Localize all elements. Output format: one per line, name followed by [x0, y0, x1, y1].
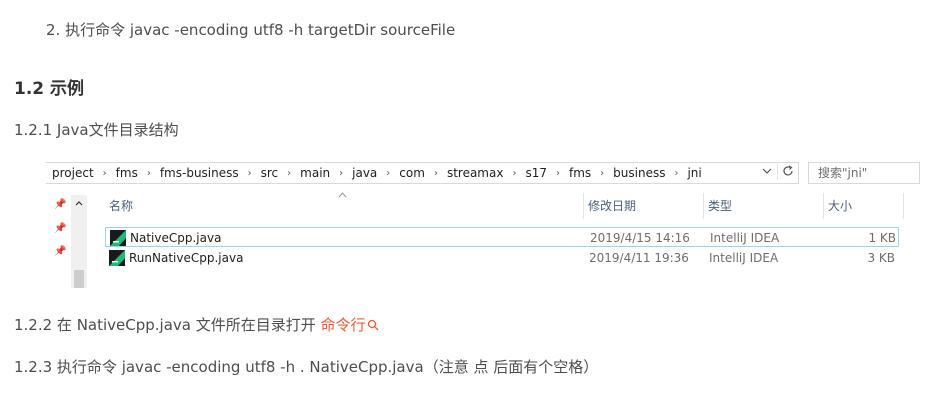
file-date: 2019/4/15 14:16	[590, 231, 690, 245]
search-input[interactable]: 搜索"jni"	[808, 162, 920, 184]
column-header-name[interactable]: 名称	[105, 193, 584, 219]
navigation-pane: 📌 📌 📌	[46, 190, 101, 288]
breadcrumb-item[interactable]: fms	[113, 163, 141, 183]
pin-icon[interactable]: 📌	[54, 199, 66, 210]
breadcrumb-item[interactable]: streamax	[444, 163, 507, 183]
breadcrumb-item[interactable]: java	[349, 163, 380, 183]
step-2-text: 2. 执行命令 javac -encoding utf8 -h targetDi…	[46, 21, 456, 39]
subsection-1-2-3: 1.2.3 执行命令 javac -encoding utf8 -h . Nat…	[14, 358, 599, 376]
file-row[interactable]: NativeCpp.java 2019/4/15 14:16 IntelliJ …	[105, 227, 899, 247]
breadcrumb-item[interactable]: s17	[522, 163, 550, 183]
scroll-up-icon[interactable]	[71, 197, 87, 209]
breadcrumb-separator-icon[interactable]: ›	[242, 168, 258, 179]
breadcrumb-separator-icon[interactable]: ›	[141, 168, 157, 179]
breadcrumb-item[interactable]: src	[258, 163, 282, 183]
intellij-file-icon	[109, 250, 125, 272]
section-heading: 1.2 示例	[14, 79, 85, 99]
breadcrumb-separator-icon[interactable]: ›	[428, 168, 444, 179]
chevron-down-icon[interactable]	[758, 162, 776, 180]
column-header-size[interactable]: 大小	[824, 193, 904, 219]
command-line-link[interactable]: 命令行	[321, 316, 366, 334]
column-header-date[interactable]: 修改日期	[584, 193, 704, 219]
breadcrumb-separator-icon[interactable]: ›	[380, 168, 396, 179]
breadcrumb-item[interactable]: com	[396, 163, 428, 183]
search-icon[interactable]	[367, 316, 379, 336]
file-size: 3 KB	[867, 251, 895, 265]
breadcrumb-separator-icon[interactable]: ›	[550, 168, 566, 179]
breadcrumb-separator-icon[interactable]: ›	[506, 168, 522, 179]
refresh-icon[interactable]	[777, 162, 797, 180]
column-headers: 名称 修改日期 类型 大小	[105, 192, 905, 219]
breadcrumb-separator-icon[interactable]: ›	[668, 168, 684, 179]
scroll-thumb[interactable]	[74, 270, 84, 288]
breadcrumb-item[interactable]: fms-business	[157, 163, 242, 183]
breadcrumb: project › fms › fms-business › src › main › java › c…	[49, 163, 705, 183]
breadcrumb-separator-icon[interactable]: ›	[281, 168, 297, 179]
breadcrumb-separator-icon[interactable]: ›	[333, 168, 349, 179]
file-size: 1 KB	[868, 231, 896, 245]
column-header-type[interactable]: 类型	[704, 193, 824, 219]
nav-scrollbar[interactable]	[71, 195, 87, 288]
file-type: IntelliJ IDEA	[709, 251, 779, 265]
file-type: IntelliJ IDEA	[710, 231, 780, 245]
breadcrumb-item[interactable]: fms	[566, 163, 594, 183]
file-row[interactable]: RunNativeCpp.java 2019/4/11 19:36 Intell…	[105, 248, 899, 268]
subsection-1-2-1: 1.2.1 Java文件目录结构	[14, 121, 179, 139]
pin-icon[interactable]: 📌	[54, 223, 66, 234]
breadcrumb-item[interactable]: main	[297, 163, 333, 183]
subsection-1-2-2: 1.2.2 在 NativeCpp.java 文件所在目录打开 命令行	[14, 315, 379, 336]
pin-icon[interactable]: 📌	[54, 246, 66, 257]
breadcrumb-separator-icon[interactable]: ›	[594, 168, 610, 179]
file-name: RunNativeCpp.java	[129, 251, 244, 265]
breadcrumb-item[interactable]: jni	[684, 163, 704, 183]
file-name: NativeCpp.java	[130, 231, 222, 245]
breadcrumb-item[interactable]: project	[49, 163, 97, 183]
breadcrumb-item[interactable]: business	[610, 163, 668, 183]
subsection-1-2-2-text: 1.2.2 在 NativeCpp.java 文件所在目录打开	[14, 316, 321, 334]
file-date: 2019/4/11 19:36	[589, 251, 689, 265]
file-explorer-screenshot: project › fms › fms-business › src › main › java › c…	[46, 160, 920, 290]
breadcrumb-separator-icon[interactable]: ›	[97, 168, 113, 179]
address-bar[interactable]: project › fms › fms-business › src › main › java › c…	[46, 162, 799, 184]
